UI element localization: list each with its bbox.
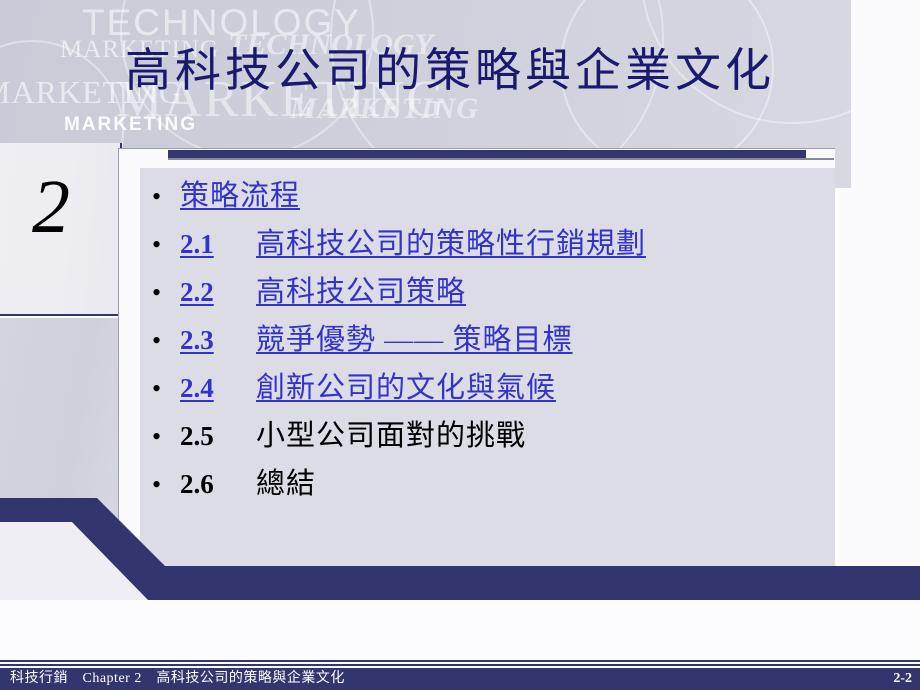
bullet-dot-icon: • xyxy=(152,422,162,451)
outline-item[interactable]: • 2.1 高科技公司的策略性行銷規劃 xyxy=(152,220,832,268)
chapter-number: 2 xyxy=(32,165,70,249)
outline-item[interactable]: • 2.2 高科技公司策略 xyxy=(152,268,832,316)
bullet-dot-icon: • xyxy=(152,182,162,211)
outline-list: • 策略流程 • 2.1 高科技公司的策略性行銷規劃 • 2.2 高科技公司策略 • 2.3 競爭優… xyxy=(152,172,832,508)
outline-item-number[interactable]: 2.1 xyxy=(180,220,256,268)
footer-white-strip xyxy=(0,600,920,666)
outline-item[interactable]: • 2.3 競爭優勢 —— 策略目標 xyxy=(152,316,832,364)
bullet-dot-icon: • xyxy=(152,374,162,403)
outline-item-link[interactable]: 創新公司的文化與氣候 xyxy=(256,364,556,412)
outline-item-number[interactable]: 2.3 xyxy=(180,316,256,364)
slide-title: 高科技公司的策略與企業文化 xyxy=(125,45,775,96)
bullet-dot-icon: • xyxy=(152,230,162,259)
outline-item[interactable]: • 2.5 小型公司面對的挑戰 xyxy=(152,412,832,460)
footer-rule-second xyxy=(0,664,920,666)
decorative-diagonal-band xyxy=(0,498,920,608)
outline-item[interactable]: • 策略流程 xyxy=(152,172,832,220)
footer-page-number: 2-2 xyxy=(893,671,912,686)
decorative-shapes-svg xyxy=(0,498,920,608)
outline-item-link[interactable]: 高科技公司策略 xyxy=(256,268,466,316)
outline-item-link[interactable]: 高科技公司的策略性行銷規劃 xyxy=(256,220,646,268)
bullet-dot-icon: • xyxy=(152,326,162,355)
footer-rule-top xyxy=(0,660,920,662)
chapter-number-panel: 2 xyxy=(0,143,122,316)
outline-item[interactable]: • 2.4 創新公司的文化與氣候 xyxy=(152,364,832,412)
footer-caption: 科技行銷 Chapter 2 高科技公司的策略與企業文化 xyxy=(10,671,345,686)
watermark-text-marketing-5: MARKETING xyxy=(64,114,198,135)
outline-item-label: 小型公司面對的挑戰 xyxy=(256,420,527,452)
outline-item-link[interactable]: 競爭優勢 —— 策略目標 xyxy=(256,316,573,364)
outline-item-number: 2.5 xyxy=(180,421,214,451)
bullet-dot-icon: • xyxy=(152,278,162,307)
outline-item-number[interactable]: 2.4 xyxy=(180,364,256,412)
outline-item-link[interactable]: 策略流程 xyxy=(180,172,300,220)
header-rule-gray xyxy=(168,158,834,160)
outline-item-number[interactable]: 2.2 xyxy=(180,268,256,316)
slide-canvas: TECHNOLOGY TECHNOLOGY MARKETING MARKETIN… xyxy=(0,0,920,690)
